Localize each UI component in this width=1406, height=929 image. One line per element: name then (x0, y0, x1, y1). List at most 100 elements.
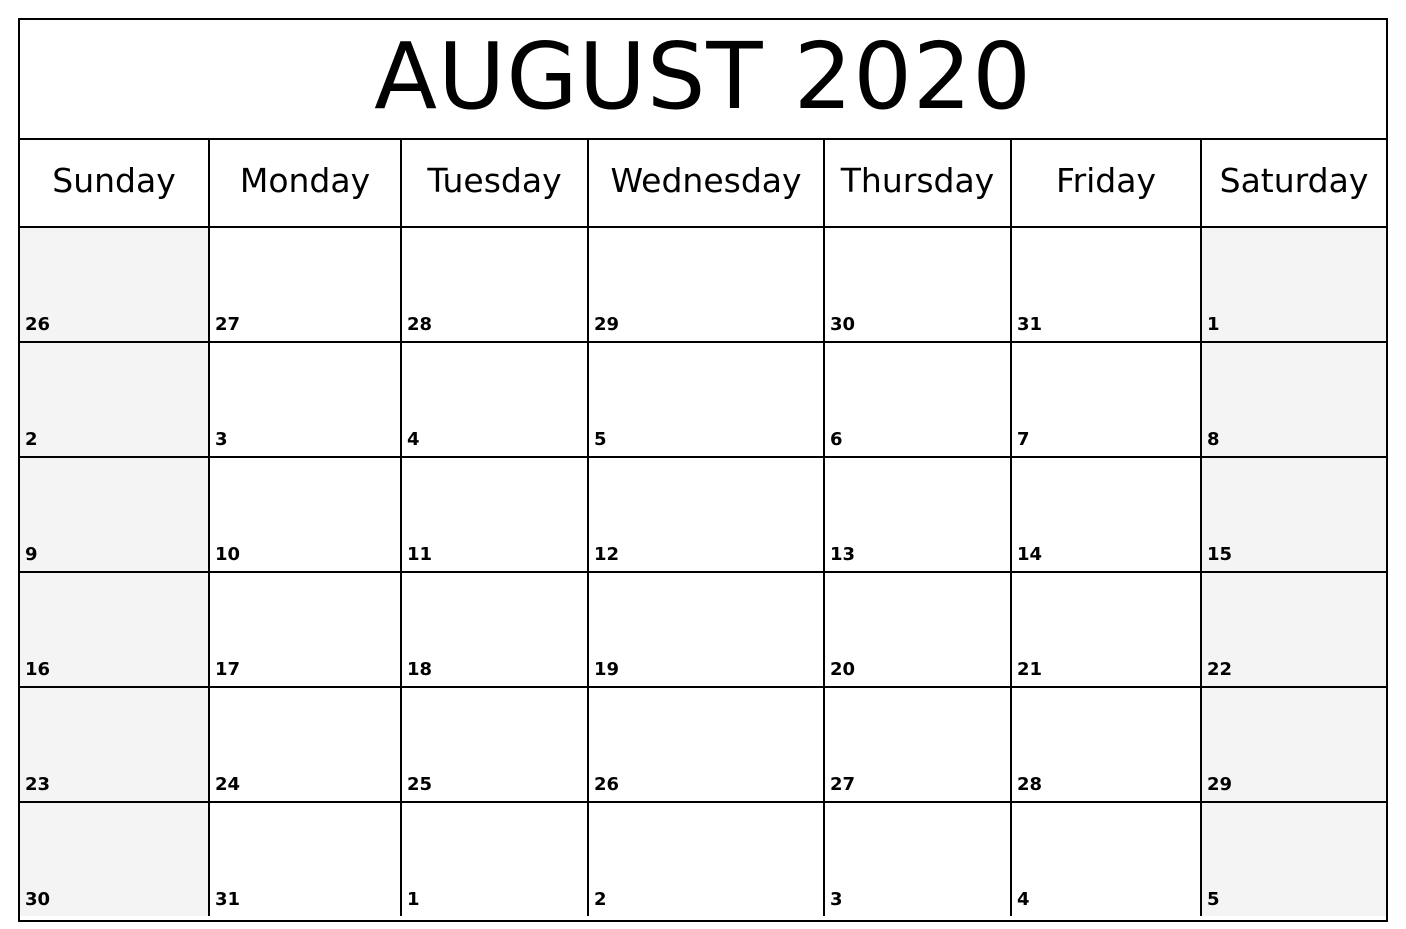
day-number: 29 (1207, 774, 1233, 795)
calendar-day-cell[interactable]: 14 (1012, 458, 1202, 571)
calendar-day-cell[interactable]: 18 (402, 573, 589, 686)
day-number: 10 (215, 544, 241, 565)
calendar-day-cell[interactable]: 1 (402, 803, 589, 916)
day-number: 30 (830, 314, 856, 335)
day-number: 23 (25, 774, 51, 795)
calendar-day-cell[interactable]: 3 (825, 803, 1012, 916)
calendar-day-cell[interactable]: 11 (402, 458, 589, 571)
day-number: 29 (594, 314, 620, 335)
day-number: 12 (594, 544, 620, 565)
calendar-day-cell[interactable]: 13 (825, 458, 1012, 571)
calendar-day-cell[interactable]: 28 (402, 228, 589, 341)
day-number: 6 (830, 429, 843, 450)
calendar-day-cell[interactable]: 8 (1202, 343, 1386, 456)
day-number: 2 (25, 429, 38, 450)
weekday-header-label: Friday (1055, 160, 1156, 200)
day-number: 5 (594, 429, 607, 450)
calendar-frame: AUGUST 2020 Sunday Monday Tuesday Wednesday… (18, 18, 1388, 922)
day-number: 28 (1017, 774, 1043, 795)
calendar-day-cell[interactable]: 2 (20, 343, 210, 456)
calendar-day-cell[interactable]: 16 (20, 573, 210, 686)
day-number: 31 (215, 889, 241, 910)
calendar-day-cell[interactable]: 25 (402, 688, 589, 801)
calendar-day-cell[interactable]: 17 (210, 573, 402, 686)
calendar-page: AUGUST 2020 Sunday Monday Tuesday Wednesday… (0, 0, 1406, 929)
day-number: 3 (830, 889, 843, 910)
day-number: 27 (215, 314, 241, 335)
weekday-header-label: Sunday (52, 160, 176, 200)
day-number: 2 (594, 889, 607, 910)
day-number: 27 (830, 774, 856, 795)
calendar-week-row: 9 10 11 12 13 14 15 (20, 458, 1386, 573)
calendar-day-cell[interactable]: 21 (1012, 573, 1202, 686)
weekday-header-row: Sunday Monday Tuesday Wednesday Thursday Frid… (20, 140, 1386, 228)
calendar-day-cell[interactable]: 24 (210, 688, 402, 801)
calendar-day-cell[interactable]: 30 (20, 803, 210, 916)
calendar-day-cell[interactable]: 9 (20, 458, 210, 571)
day-number: 4 (1017, 889, 1030, 910)
day-number: 4 (407, 429, 420, 450)
calendar-weeks-grid: 26 27 28 29 30 31 1 2 3 4 5 6 7 8 9 10 11 12 13 14 15 16 17 18 1… (20, 228, 1386, 916)
calendar-day-cell[interactable]: 3 (210, 343, 402, 456)
calendar-day-cell[interactable]: 2 (589, 803, 825, 916)
calendar-day-cell[interactable]: 20 (825, 573, 1012, 686)
day-number: 1 (1207, 314, 1220, 335)
day-number: 1 (407, 889, 420, 910)
weekday-header-sunday: Sunday (20, 140, 210, 226)
calendar-day-cell[interactable]: 31 (1012, 228, 1202, 341)
day-number: 26 (25, 314, 51, 335)
page-title: AUGUST 2020 (374, 23, 1032, 130)
day-number: 8 (1207, 429, 1220, 450)
calendar-day-cell[interactable]: 1 (1202, 228, 1386, 341)
day-number: 20 (830, 659, 856, 680)
calendar-day-cell[interactable]: 30 (825, 228, 1012, 341)
calendar-day-cell[interactable]: 4 (402, 343, 589, 456)
calendar-day-cell[interactable]: 5 (1202, 803, 1386, 916)
weekday-header-monday: Monday (210, 140, 402, 226)
weekday-header-label: Monday (239, 160, 371, 200)
day-number: 7 (1017, 429, 1030, 450)
day-number: 31 (1017, 314, 1043, 335)
calendar-day-cell[interactable]: 28 (1012, 688, 1202, 801)
weekday-header-wednesday: Wednesday (589, 140, 825, 226)
calendar-week-row: 2 3 4 5 6 7 8 (20, 343, 1386, 458)
calendar-day-cell[interactable]: 22 (1202, 573, 1386, 686)
calendar-day-cell[interactable]: 19 (589, 573, 825, 686)
calendar-day-cell[interactable]: 26 (589, 688, 825, 801)
day-number: 15 (1207, 544, 1233, 565)
day-number: 9 (25, 544, 38, 565)
calendar-title-band: AUGUST 2020 (20, 20, 1386, 140)
day-number: 3 (215, 429, 228, 450)
calendar-day-cell[interactable]: 23 (20, 688, 210, 801)
weekday-header-friday: Friday (1012, 140, 1202, 226)
day-number: 5 (1207, 889, 1220, 910)
calendar-day-cell[interactable]: 15 (1202, 458, 1386, 571)
weekday-header-label: Saturday (1219, 160, 1369, 200)
calendar-day-cell[interactable]: 10 (210, 458, 402, 571)
day-number: 28 (407, 314, 433, 335)
calendar-day-cell[interactable]: 5 (589, 343, 825, 456)
calendar-day-cell[interactable]: 12 (589, 458, 825, 571)
day-number: 17 (215, 659, 241, 680)
day-number: 22 (1207, 659, 1233, 680)
calendar-day-cell[interactable]: 26 (20, 228, 210, 341)
calendar-day-cell[interactable]: 27 (825, 688, 1012, 801)
calendar-day-cell[interactable]: 7 (1012, 343, 1202, 456)
day-number: 24 (215, 774, 241, 795)
day-number: 11 (407, 544, 433, 565)
day-number: 25 (407, 774, 433, 795)
calendar-day-cell[interactable]: 6 (825, 343, 1012, 456)
calendar-day-cell[interactable]: 29 (589, 228, 825, 341)
day-number: 30 (25, 889, 51, 910)
calendar-day-cell[interactable]: 29 (1202, 688, 1386, 801)
calendar-day-cell[interactable]: 31 (210, 803, 402, 916)
day-number: 14 (1017, 544, 1043, 565)
calendar-day-cell[interactable]: 4 (1012, 803, 1202, 916)
calendar-day-cell[interactable]: 27 (210, 228, 402, 341)
weekday-header-label: Tuesday (427, 160, 562, 200)
calendar-week-row: 26 27 28 29 30 31 1 (20, 228, 1386, 343)
weekday-header-saturday: Saturday (1202, 140, 1386, 226)
day-number: 21 (1017, 659, 1043, 680)
day-number: 26 (594, 774, 620, 795)
day-number: 13 (830, 544, 856, 565)
